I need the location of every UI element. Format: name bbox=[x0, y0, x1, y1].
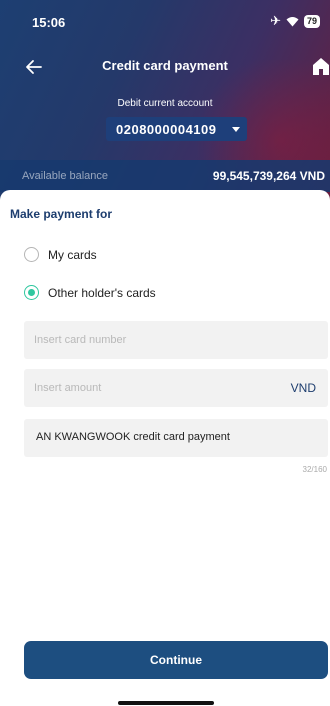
nav-bar: Credit card payment bbox=[0, 52, 330, 82]
battery-icon: 79 bbox=[303, 14, 320, 28]
character-counter: 32/160 bbox=[302, 465, 327, 474]
option-my-cards[interactable]: My cards bbox=[24, 247, 97, 262]
amount-field[interactable]: VND bbox=[24, 369, 328, 407]
payment-form-card: Make payment for My cards Other holder's… bbox=[0, 190, 330, 706]
page-title: Credit card payment bbox=[102, 58, 228, 73]
description-text[interactable]: AN KWANGWOOK credit card payment bbox=[36, 431, 230, 443]
section-title: Make payment for bbox=[10, 207, 113, 221]
amount-input[interactable] bbox=[24, 369, 244, 407]
status-bar: 15:06 ✈ 79 bbox=[0, 0, 330, 44]
wifi-icon bbox=[286, 16, 299, 26]
account-label: Debit current account bbox=[117, 98, 213, 109]
status-time: 15:06 bbox=[32, 15, 66, 30]
option-other-holders-cards[interactable]: Other holder's cards bbox=[24, 285, 156, 300]
card-number-input[interactable] bbox=[24, 321, 328, 359]
option-label: Other holder's cards bbox=[48, 285, 156, 300]
home-indicator bbox=[118, 701, 214, 705]
home-icon[interactable] bbox=[312, 56, 330, 76]
balance-value: 99,545,739,264 VND bbox=[212, 169, 325, 183]
description-field[interactable]: AN KWANGWOOK credit card payment bbox=[24, 419, 328, 457]
balance-row: Available balance 99,545,739,264 VND bbox=[0, 160, 330, 192]
balance-label: Available balance bbox=[22, 170, 109, 182]
airplane-icon: ✈ bbox=[270, 13, 281, 28]
option-label: My cards bbox=[48, 247, 97, 262]
account-number: 0208000004109 bbox=[116, 122, 217, 137]
header-background: 15:06 ✈ 79 Credit card payment Debit cur… bbox=[0, 0, 330, 205]
account-selector[interactable]: 0208000004109 bbox=[106, 117, 247, 141]
status-icons: ✈ 79 bbox=[270, 14, 320, 28]
radio-checked-icon[interactable] bbox=[24, 285, 39, 300]
card-number-field[interactable] bbox=[24, 321, 328, 359]
continue-button[interactable]: Continue bbox=[24, 641, 328, 679]
currency-label: VND bbox=[290, 381, 316, 395]
chevron-down-icon bbox=[232, 127, 240, 132]
radio-unchecked-icon[interactable] bbox=[24, 247, 39, 262]
